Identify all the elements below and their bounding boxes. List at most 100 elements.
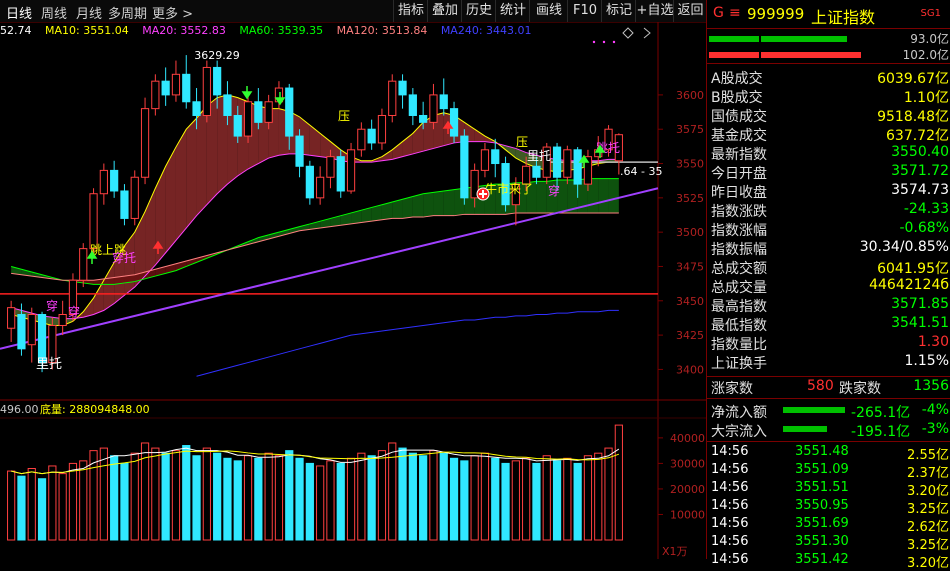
stat-label: 指数涨幅 xyxy=(711,223,767,239)
down-count-label: 跌家数 xyxy=(839,381,881,397)
flow-block-label: 大宗流入 xyxy=(711,424,767,440)
stat-value: 6041.95亿 xyxy=(877,261,949,277)
volume-bar xyxy=(542,455,551,541)
tick-amount: 2.62亿 xyxy=(907,520,949,535)
range-label: .64 - 35 xyxy=(620,165,662,178)
ratio-value-1: 93.0亿 xyxy=(910,32,949,46)
kline-chart[interactable]: 3600 3575 3550 3525 3500 3475 3450 3425 3400 400… xyxy=(0,0,706,559)
price-tick-label: 3550 xyxy=(676,158,704,171)
candle-body xyxy=(110,169,119,192)
tick-row: 14:56 3551.09 2.37亿 xyxy=(711,462,949,481)
indicator-dot xyxy=(612,40,616,44)
diamond-toggle-icon[interactable] xyxy=(622,27,634,39)
stat-row: 最低指数 3541.51 xyxy=(711,315,949,334)
candle-body xyxy=(7,307,16,329)
candle-body xyxy=(491,149,500,165)
volume-bar xyxy=(594,452,603,541)
ma-ribbon-short xyxy=(103,262,115,311)
ma-ribbon-long xyxy=(433,190,444,216)
chart-mark-label: 穿 xyxy=(46,298,58,313)
volume-bar xyxy=(480,452,490,541)
volume-unit-label: X1万 xyxy=(662,545,688,558)
stat-value: 9518.48亿 xyxy=(877,109,949,125)
tick-time: 14:56 xyxy=(711,516,749,531)
stat-row: A股成交 6039.67亿 xyxy=(711,68,949,87)
stat-label: 总成交量 xyxy=(711,280,767,296)
ma-ribbon-long xyxy=(608,178,619,213)
candle-body xyxy=(79,248,88,281)
candle-body xyxy=(140,108,150,178)
stat-value: 1.10亿 xyxy=(903,90,949,106)
candle-body xyxy=(346,149,356,192)
tick-row: 14:56 3551.69 2.62亿 xyxy=(711,516,949,535)
stat-row: 上证换手 1.15% xyxy=(711,353,949,372)
candle-body xyxy=(480,149,490,171)
volume-bar xyxy=(264,452,273,541)
candle-body xyxy=(202,66,211,116)
index-name: 上证指数 xyxy=(811,8,876,27)
ratio-bar-down-2 xyxy=(761,52,861,58)
volume-bar xyxy=(243,455,253,541)
volume-bar xyxy=(583,455,593,541)
ma-ribbon-short xyxy=(175,129,187,241)
price-tick-label: 3475 xyxy=(676,260,704,273)
stat-row: 总成交量 44642124б xyxy=(711,277,949,296)
candle-body xyxy=(285,87,294,137)
price-tick-label: 3425 xyxy=(676,329,704,342)
tick-row: 14:56 3550.95 3.25亿 xyxy=(711,498,949,517)
stat-value: 30.34/0.85% xyxy=(859,239,949,255)
quote-title: G ≡ 999999 上证指数 SG1 xyxy=(707,0,950,28)
volume-bar xyxy=(491,457,500,541)
stat-value: 1.15% xyxy=(904,353,949,369)
index-code: 999999 xyxy=(747,5,805,23)
volume-bar xyxy=(171,450,181,541)
candle-body xyxy=(243,101,253,137)
candle-body xyxy=(460,135,469,199)
stat-value: 3541.51 xyxy=(891,315,949,331)
volume-bar xyxy=(367,455,376,541)
stat-label: 最新指数 xyxy=(711,147,767,163)
stat-value: 3571.72 xyxy=(891,163,949,179)
candle-body xyxy=(58,314,67,326)
candle-body xyxy=(357,128,366,151)
tick-row: 14:56 3551.30 3.25亿 xyxy=(711,534,949,553)
tick-price: 3551.48 xyxy=(795,444,849,459)
stat-label: 基金成交 xyxy=(711,128,767,144)
candle-body xyxy=(161,80,170,96)
menu-icon[interactable]: ≡ xyxy=(729,5,741,21)
ma-ribbon-short xyxy=(145,188,156,277)
chevron-right-icon[interactable] xyxy=(643,27,651,39)
stat-label: 指数量比 xyxy=(711,337,767,353)
candle-body xyxy=(305,165,314,199)
candle-body xyxy=(213,66,222,96)
ma-ribbon-short xyxy=(93,280,104,315)
ma-ribbon-long xyxy=(412,193,424,218)
tick-price: 3551.09 xyxy=(795,462,849,477)
stat-label: 指数涨跌 xyxy=(711,204,767,220)
candle-body xyxy=(254,101,263,123)
tick-time: 14:56 xyxy=(711,444,749,459)
updown-row: 涨家数 580 跌家数 1356 xyxy=(711,378,949,397)
candle-body xyxy=(99,169,108,195)
chart-mark-label: 牛市来了 xyxy=(485,181,533,196)
stat-value: 1.30 xyxy=(917,334,949,350)
volume-bar xyxy=(470,455,479,541)
ma-ribbon-short xyxy=(412,122,424,154)
stat-label: B股成交 xyxy=(711,90,763,106)
candle-body xyxy=(336,156,345,192)
price-tick-label: 3400 xyxy=(676,363,704,376)
flow-row-block: 大宗流入 -195.1亿 -3% xyxy=(711,421,949,440)
chart-mark-label: 穿托 xyxy=(112,250,136,265)
volume-bar xyxy=(130,452,139,541)
quote-panel: G ≡ 999999 上证指数 SG1 93.0亿 102.0亿 A股成交 603… xyxy=(706,0,950,571)
volume-bar xyxy=(27,468,36,541)
stat-row: 最高指数 3571.85 xyxy=(711,296,949,315)
volume-bar xyxy=(110,455,119,541)
stat-value: 3550.40 xyxy=(891,144,949,160)
candle-body xyxy=(398,80,407,96)
flow-net-bar xyxy=(783,407,845,413)
price-tick-label: 3600 xyxy=(676,89,704,102)
stat-label: 总成交额 xyxy=(711,261,767,277)
tick-time: 14:56 xyxy=(711,534,749,549)
volume-bar xyxy=(161,452,170,541)
